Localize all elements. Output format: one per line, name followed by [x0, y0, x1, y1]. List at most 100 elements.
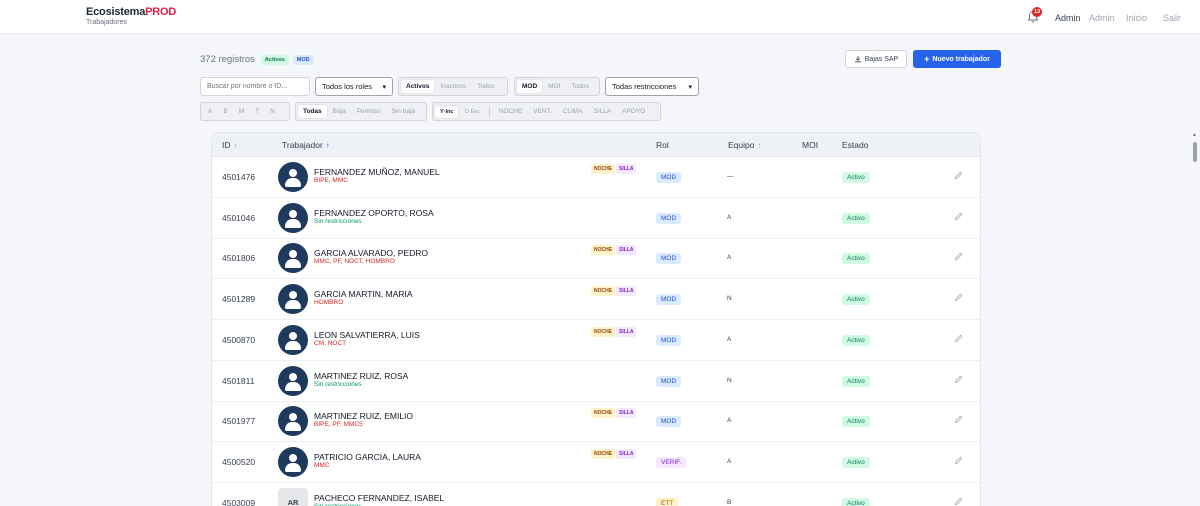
- avatar: AR: [278, 487, 308, 506]
- baja-option-sin-baja[interactable]: Sin baja: [387, 105, 421, 118]
- role-badge: MOD: [656, 212, 682, 224]
- team-option-b[interactable]: B: [218, 105, 232, 118]
- worker-name[interactable]: MARTINEZ RUIZ, EMILIO: [314, 411, 413, 421]
- status-badge: Activo: [842, 375, 870, 387]
- worker-name[interactable]: GARCIA MARTIN, MARIA: [314, 289, 413, 299]
- silla-tag: SILLA: [616, 245, 637, 256]
- flag-option-apoyo[interactable]: APOYO: [617, 105, 650, 118]
- notification-badge: 13: [1032, 7, 1042, 17]
- team-value: —: [727, 173, 734, 180]
- table-row[interactable]: 4501811 MARTINEZ RUIZ, ROSA Sin restriccio…: [212, 361, 980, 402]
- summary: 372 registros Activos MOD: [200, 54, 314, 65]
- pencil-icon[interactable]: [954, 456, 963, 465]
- bajas-sap-button[interactable]: Bajas SAP: [845, 50, 907, 68]
- brand-subtitle: Trabajadores: [86, 19, 127, 26]
- brand-accent: PROD: [145, 6, 177, 18]
- column-team-label: Equipo: [728, 140, 755, 150]
- team-value: A: [727, 417, 732, 425]
- chevron-down-icon: ▾: [688, 83, 692, 91]
- logout-link[interactable]: Salir: [1163, 13, 1181, 23]
- worker-name[interactable]: MARTINEZ RUIZ, ROSA: [314, 371, 408, 381]
- type-option-all[interactable]: Todos: [566, 80, 593, 93]
- page-scrollbar-thumb[interactable]: [1193, 142, 1197, 162]
- pencil-icon[interactable]: [954, 171, 963, 180]
- status-badge: Activo: [842, 253, 870, 265]
- user-name: Admin: [1055, 13, 1081, 23]
- column-status: Estado: [842, 140, 868, 150]
- pencil-icon[interactable]: [954, 497, 963, 506]
- team-value: N: [727, 376, 732, 384]
- avatar: [278, 324, 308, 355]
- table-row[interactable]: 4500520 PATRICIO GARCIA, LAURA MMC NOCHE SIL…: [212, 442, 980, 483]
- flag-option-vent[interactable]: VENT.: [528, 105, 556, 118]
- type-option-mod[interactable]: MOD: [517, 80, 543, 93]
- team-option-t[interactable]: T: [250, 105, 264, 118]
- pencil-icon[interactable]: [954, 252, 963, 261]
- roles-select-value: Todos los roles: [322, 82, 373, 91]
- worker-id: 4500520: [222, 456, 256, 467]
- avatar-body: [285, 462, 301, 472]
- table-row[interactable]: 4501806 GARCIA ALVARADO, PEDRO MMC, PF, NO…: [212, 238, 980, 280]
- avatar: [278, 365, 308, 396]
- table-row[interactable]: 4503009 AR PACHECO FERNANDEZ, ISABELSin re…: [212, 483, 980, 506]
- worker-name[interactable]: FERNANDEZ OPORTO, ROSA: [314, 208, 434, 218]
- column-id[interactable]: ID ↑: [222, 140, 238, 150]
- type-option-moi[interactable]: MOI: [543, 80, 565, 93]
- flag-option-silla[interactable]: SILLA: [589, 105, 617, 118]
- team-option-m[interactable]: M: [234, 105, 249, 118]
- status-option-all[interactable]: Todos: [472, 80, 499, 93]
- pencil-icon[interactable]: [954, 334, 963, 343]
- worker-name[interactable]: PATRICIO GARCIA, LAURA: [314, 452, 421, 462]
- avatar-head: [289, 372, 297, 381]
- noche-tag: NOCHE: [591, 164, 616, 174]
- pencil-icon[interactable]: [954, 212, 963, 221]
- pencil-icon[interactable]: [954, 293, 963, 302]
- download-icon: [854, 56, 861, 63]
- table-row[interactable]: 4501046 FERNANDEZ OPORTO, ROSA Sin restric…: [212, 198, 980, 239]
- column-team[interactable]: Equipo ↑: [728, 140, 761, 150]
- worker-name[interactable]: FERNANDEZ MUÑOZ, MANUEL: [314, 167, 440, 177]
- table-row[interactable]: 4500870 LEON SALVATIERRA, LUIS CM, NOCT NOC…: [212, 320, 980, 361]
- avatar-head: [289, 413, 297, 422]
- restrictions-select[interactable]: Todas restricciones ▾: [605, 77, 699, 96]
- team-option-a[interactable]: A: [203, 105, 217, 118]
- worker-name[interactable]: PACHECO FERNANDEZ, ISABEL: [314, 493, 444, 503]
- baja-option-permiso[interactable]: Permiso: [352, 105, 386, 118]
- status-badge: Activo: [842, 294, 870, 306]
- column-worker[interactable]: Trabajador ↑: [282, 140, 330, 150]
- flag-option-noche[interactable]: NOCHE: [494, 105, 527, 118]
- role-badge: MOD: [656, 294, 682, 306]
- column-moi-label: MOI: [802, 140, 819, 150]
- status-option-active[interactable]: Activos: [401, 80, 435, 93]
- baja-option-baja[interactable]: Baja: [328, 105, 351, 118]
- worker-name[interactable]: GARCIA ALVARADO, PEDRO: [314, 248, 428, 258]
- status-filter-badge: Activos: [260, 54, 289, 65]
- baja-option-all[interactable]: Todas: [298, 105, 327, 118]
- pencil-icon[interactable]: [954, 375, 963, 384]
- role-badge: MOD: [656, 172, 682, 183]
- avatar-head: [289, 209, 297, 218]
- scroll-up-arrow-icon[interactable]: ▲: [1192, 132, 1197, 138]
- avatar-body: [285, 300, 301, 310]
- pencil-icon[interactable]: [954, 415, 963, 424]
- team-segment: A B M T N: [200, 102, 290, 121]
- new-worker-button[interactable]: + Nuevo trabajador: [913, 50, 1001, 68]
- brand[interactable]: EcosistemaPROD Trabajadores: [86, 6, 176, 26]
- search-input[interactable]: [200, 77, 310, 96]
- logic-option-or[interactable]: O·Exc: [459, 106, 484, 118]
- status-option-inactive[interactable]: Inactivos: [435, 80, 471, 93]
- table-row[interactable]: 4501977 MARTINEZ RUIZ, EMILIO BIPE, PF, MM…: [212, 401, 980, 443]
- worker-restrictions: Sin restricciones: [314, 217, 362, 225]
- admin-link[interactable]: Admin: [1089, 13, 1115, 23]
- home-link[interactable]: Inicio: [1126, 13, 1147, 23]
- flag-option-clima[interactable]: CLIMA: [558, 105, 588, 118]
- table-row[interactable]: 4501476 FERNANDEZ MUÑOZ, MANUEL BIPE, MMC N…: [212, 157, 980, 198]
- worker-id: 4500870: [222, 334, 256, 345]
- logic-option-and[interactable]: Y·Inc: [435, 105, 459, 118]
- role-badge: ETT: [656, 497, 679, 506]
- roles-select[interactable]: Todos los roles ▾: [315, 77, 393, 96]
- worker-name[interactable]: LEON SALVATIERRA, LUIS: [314, 330, 420, 340]
- team-option-n[interactable]: N: [265, 105, 280, 118]
- table-row[interactable]: 4501289 GARCIA MARTIN, MARIA HOMBRO NOCHE SI…: [212, 279, 980, 321]
- type-segment: MOD MOI Todos: [514, 77, 600, 96]
